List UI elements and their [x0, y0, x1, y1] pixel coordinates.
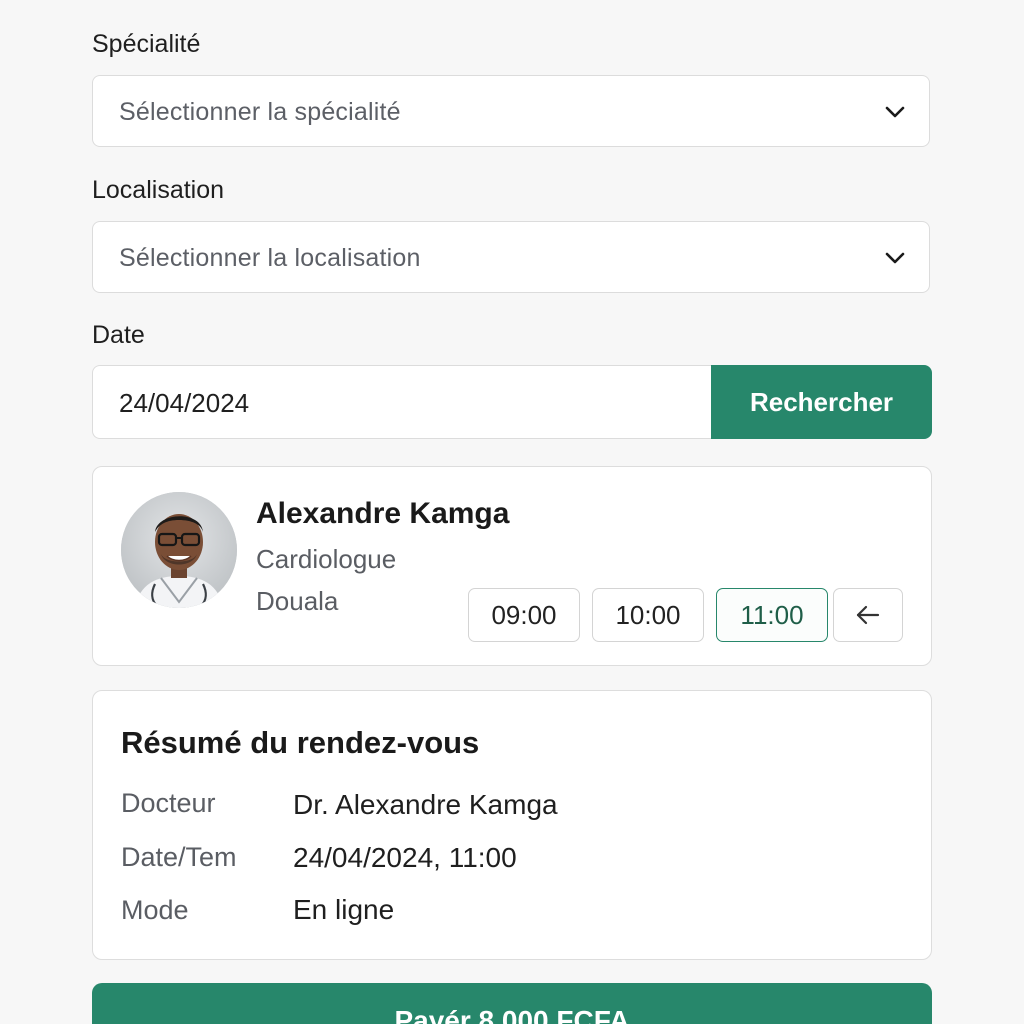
time-slot-0900[interactable]: 09:00: [468, 588, 580, 642]
appointment-summary-card: Résumé du rendez-vous Docteur Dr. Alexan…: [92, 690, 932, 960]
back-arrow-button[interactable]: [833, 588, 903, 642]
specialty-placeholder: Sélectionner la spécialité: [119, 98, 401, 126]
location-select[interactable]: Sélectionner la localisation: [92, 221, 930, 293]
time-slot-1000[interactable]: 10:00: [592, 588, 704, 642]
pay-button[interactable]: Payér 8 000 FCFA: [92, 983, 932, 1024]
location-label: Localisation: [92, 176, 225, 204]
specialty-label: Spécialité: [92, 30, 201, 58]
location-placeholder: Sélectionner la localisation: [119, 244, 421, 272]
doctor-city: Douala: [256, 586, 339, 616]
date-search-row: 24/04/2024 Rechercher: [92, 365, 932, 439]
appointment-booking-page: Spécialité Sélectionner la spécialité Lo…: [0, 0, 1024, 1024]
summary-value-datetime: 24/04/2024, 11:00: [293, 842, 517, 873]
summary-key-datetime: Date/Tem: [121, 842, 237, 872]
doctor-specialty: Cardiologue: [256, 544, 397, 574]
summary-value-mode: En ligne: [293, 894, 395, 925]
summary-value-doctor: Dr. Alexandre Kamga: [293, 789, 558, 820]
chevron-down-icon: [885, 106, 905, 118]
summary-title: Résumé du rendez-vous: [121, 725, 480, 760]
doctor-name: Alexandre Kamga: [256, 497, 510, 530]
date-value: 24/04/2024: [119, 388, 250, 418]
chevron-down-icon: [885, 252, 905, 264]
time-slot-1100-selected[interactable]: 11:00: [716, 588, 828, 642]
summary-key-mode: Mode: [121, 895, 189, 925]
arrow-left-icon: [856, 605, 880, 625]
date-field[interactable]: 24/04/2024: [92, 365, 716, 439]
date-label: Date: [92, 321, 145, 349]
avatar: [121, 492, 237, 608]
doctor-card: Alexandre Kamga Cardiologue Douala 09:00…: [92, 466, 932, 666]
doctor-portrait-icon: [121, 492, 237, 608]
specialty-select[interactable]: Sélectionner la spécialité: [92, 75, 930, 147]
summary-key-doctor: Docteur: [121, 788, 216, 818]
search-button[interactable]: Rechercher: [711, 365, 932, 439]
